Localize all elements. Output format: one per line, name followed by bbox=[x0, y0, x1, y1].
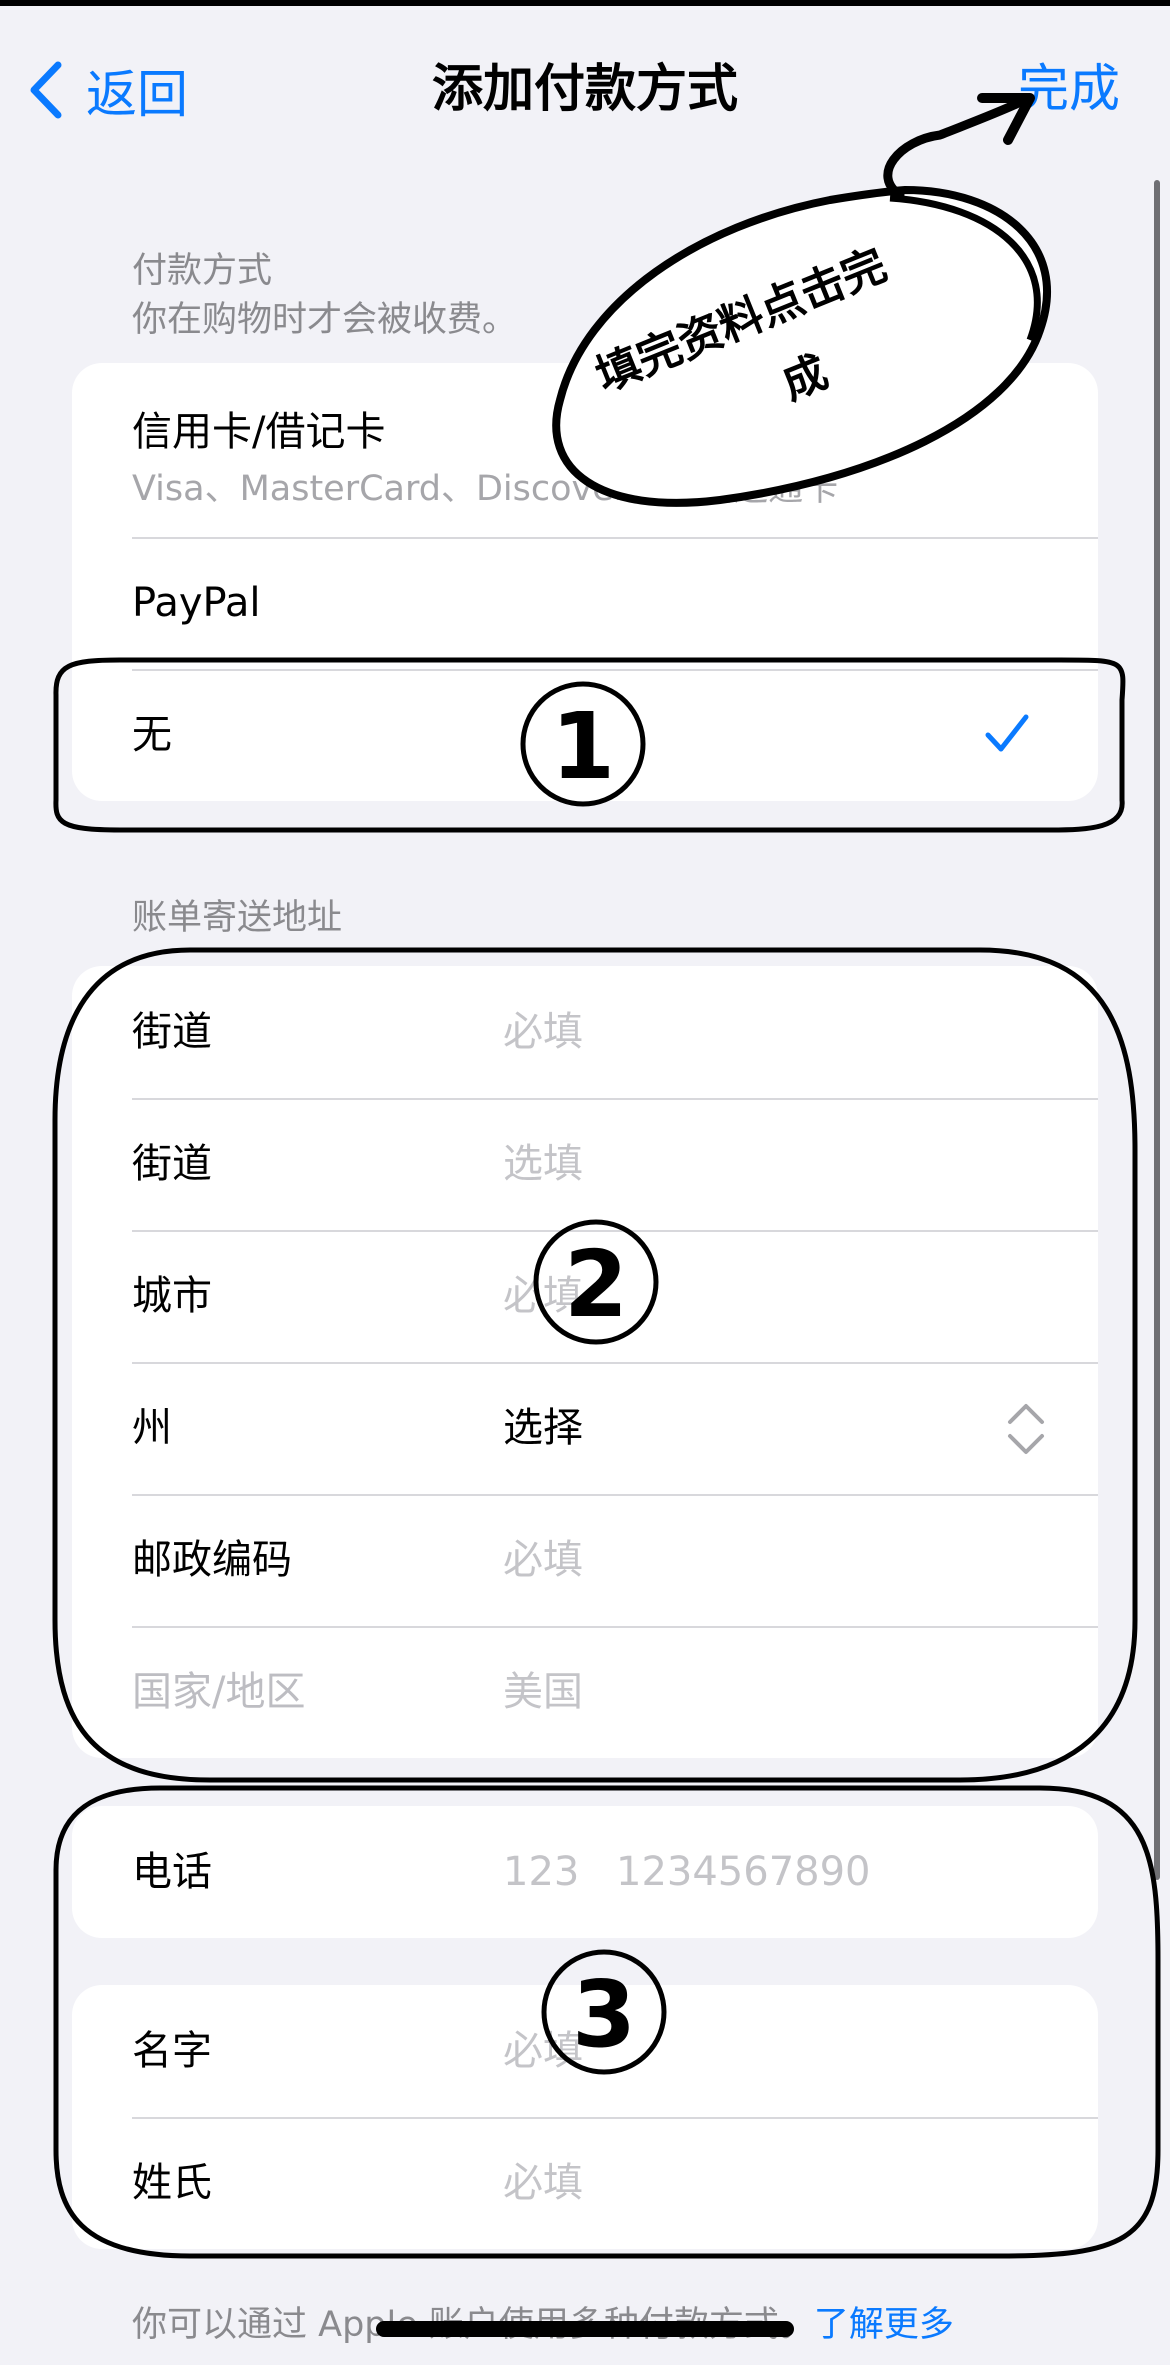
phone-form: 电话 123 1234567890 bbox=[72, 1806, 1098, 1938]
first-name-input[interactable]: 必填 bbox=[503, 1985, 583, 2117]
country-row: 国家/地区 美国 bbox=[72, 1626, 1098, 1758]
state-select[interactable]: 选择 bbox=[503, 1362, 583, 1494]
last-name-row[interactable]: 姓氏 必填 bbox=[72, 2117, 1098, 2249]
country-value: 美国 bbox=[503, 1669, 583, 1715]
sheet-top-edge bbox=[0, 0, 1170, 6]
last-name-label: 姓氏 bbox=[132, 2160, 212, 2206]
paypal-label: PayPal bbox=[132, 580, 261, 626]
chevron-up-down-icon bbox=[1008, 1404, 1044, 1454]
phone-row[interactable]: 电话 123 1234567890 bbox=[72, 1806, 1098, 1938]
zip-input[interactable]: 必填 bbox=[503, 1494, 583, 1626]
state-row[interactable]: 州 选择 bbox=[72, 1362, 1098, 1494]
street-line1-row[interactable]: 街道 必填 bbox=[72, 966, 1098, 1098]
payment-section-subheader: 你在购物时才会被收费。 bbox=[132, 300, 518, 340]
page-title: 添加付款方式 bbox=[431, 60, 738, 119]
street-line2-input[interactable]: 选填 bbox=[503, 1098, 583, 1230]
home-indicator[interactable] bbox=[376, 2321, 794, 2337]
street-line2-row[interactable]: 街道 选填 bbox=[72, 1098, 1098, 1230]
country-label: 国家/地区 bbox=[132, 1669, 306, 1715]
card-networks-label: Visa、MasterCard、Discover、美国运通卡 bbox=[132, 469, 839, 509]
zip-label: 邮政编码 bbox=[132, 1537, 292, 1583]
city-input[interactable]: 必填 bbox=[503, 1230, 583, 1362]
last-name-input[interactable]: 必填 bbox=[503, 2117, 583, 2249]
state-label: 州 bbox=[132, 1405, 172, 1451]
payment-method-list: 信用卡/借记卡 Visa、MasterCard、Discover、美国运通卡 P… bbox=[72, 363, 1098, 801]
learn-more-link[interactable]: 了解更多 bbox=[814, 2305, 954, 2345]
none-label: 无 bbox=[132, 712, 172, 758]
payment-option-none[interactable]: 无 bbox=[72, 669, 1098, 801]
done-button[interactable]: 完成 bbox=[1018, 60, 1120, 120]
first-name-label: 名字 bbox=[132, 2028, 212, 2074]
payment-sheet: 返回 添加付款方式 完成 付款方式 你在购物时才会被收费。 信用卡/借记卡 Vi… bbox=[0, 0, 1170, 2365]
billing-address-form: 街道 必填 街道 选填 城市 必填 州 选择 邮政编码 必填 国家/地区 美国 bbox=[72, 966, 1098, 1758]
city-row[interactable]: 城市 必填 bbox=[72, 1230, 1098, 1362]
phone-number-input[interactable]: 1234567890 bbox=[616, 1806, 871, 1938]
phone-label: 电话 bbox=[132, 1849, 212, 1895]
checkmark-icon bbox=[985, 714, 1029, 752]
navigation-bar: 返回 添加付款方式 完成 bbox=[0, 50, 1170, 130]
street-line1-label: 街道 bbox=[132, 1009, 212, 1055]
scrollbar[interactable] bbox=[1154, 180, 1160, 1880]
name-form: 名字 必填 姓氏 必填 bbox=[72, 1985, 1098, 2249]
card-option-label: 信用卡/借记卡 bbox=[132, 409, 386, 455]
street-line2-label: 街道 bbox=[132, 1141, 212, 1187]
billing-section-header: 账单寄送地址 bbox=[132, 898, 343, 938]
city-label: 城市 bbox=[132, 1273, 212, 1319]
payment-option-card[interactable]: 信用卡/借记卡 Visa、MasterCard、Discover、美国运通卡 bbox=[72, 363, 1098, 537]
zip-row[interactable]: 邮政编码 必填 bbox=[72, 1494, 1098, 1626]
phone-area-input[interactable]: 123 bbox=[503, 1806, 579, 1938]
payment-option-paypal[interactable]: PayPal bbox=[72, 537, 1098, 669]
payment-section-header: 付款方式 bbox=[132, 251, 273, 291]
first-name-row[interactable]: 名字 必填 bbox=[72, 1985, 1098, 2117]
street-line1-input[interactable]: 必填 bbox=[503, 966, 583, 1098]
